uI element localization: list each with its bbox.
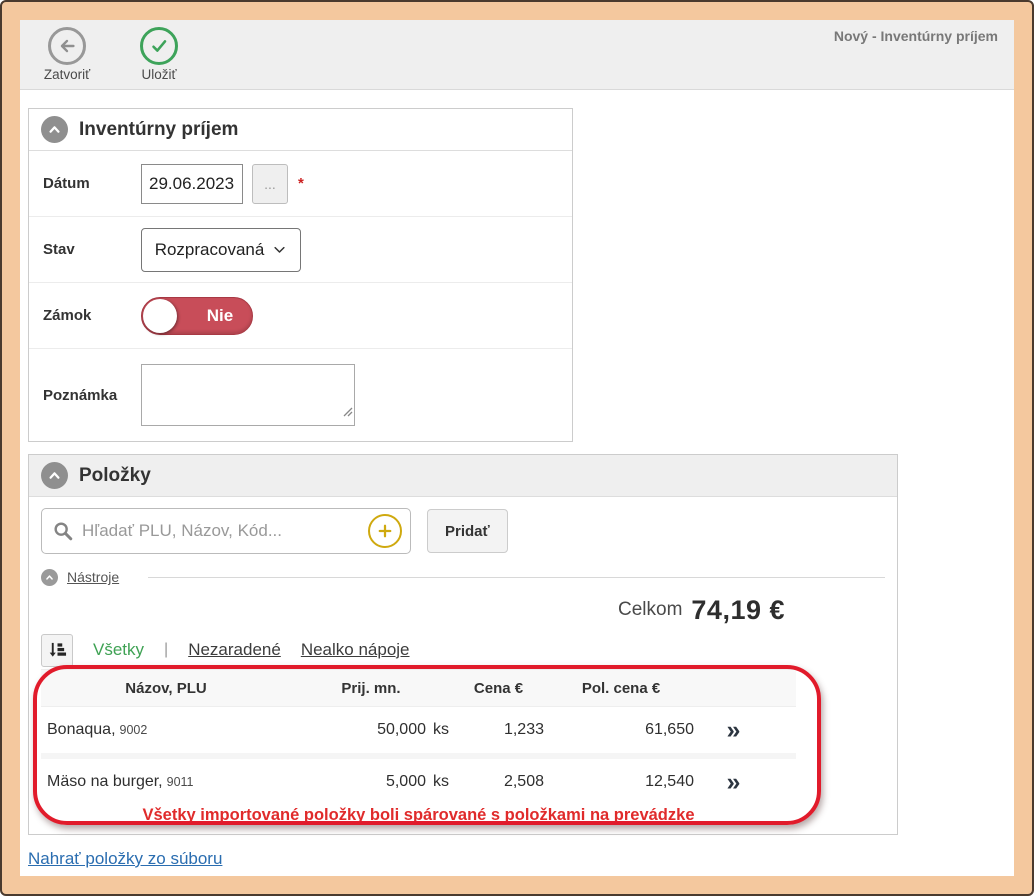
- items-table: Názov, PLU Prij. mn. Cena € Pol. cena € …: [41, 669, 796, 834]
- collapse-items-panel-icon[interactable]: [41, 462, 68, 489]
- item-line-total: 61,650: [546, 721, 696, 739]
- item-unit: ks: [433, 721, 449, 738]
- table-row[interactable]: Bonaqua, 9002 50,000 ks 1,233 61,650 »: [41, 707, 796, 753]
- date-label: Dátum: [43, 175, 141, 192]
- lock-toggle[interactable]: Nie: [141, 297, 253, 335]
- collapse-form-panel-icon[interactable]: [41, 116, 68, 143]
- chevron-down-icon: [272, 242, 287, 257]
- item-action-cell: »: [696, 718, 771, 743]
- window-title: Nový - Inventúrny príjem: [834, 28, 998, 44]
- item-name: Bonaqua,: [47, 721, 116, 738]
- add-button[interactable]: Pridať: [427, 509, 508, 553]
- search-box: [41, 508, 411, 554]
- note-textarea[interactable]: [141, 364, 355, 426]
- lock-row: Zámok Nie: [29, 283, 572, 349]
- table-row[interactable]: Mäso na burger, 9011 5,000 ks 2,508 12,540…: [41, 759, 796, 805]
- status-label: Stav: [43, 241, 141, 258]
- item-qty: 50,000: [377, 721, 426, 738]
- lock-toggle-value: Nie: [188, 306, 252, 326]
- add-item-plus-icon[interactable]: [368, 514, 402, 548]
- filter-soft-drinks[interactable]: Nealko nápoje: [301, 640, 410, 660]
- close-button[interactable]: Zatvoriť: [34, 27, 100, 82]
- items-panel-title: Položky: [79, 465, 151, 487]
- date-row: Dátum ... *: [29, 151, 572, 217]
- save-button[interactable]: Uložiť: [126, 27, 192, 82]
- upload-items-link[interactable]: Nahrať položky zo súboru: [28, 849, 222, 868]
- filter-all[interactable]: Všetky: [93, 640, 144, 660]
- note-field-wrapper: [141, 364, 355, 426]
- item-name: Mäso na burger,: [47, 773, 163, 790]
- tools-divider: [148, 577, 885, 578]
- search-row: Pridať: [29, 497, 897, 565]
- note-row: Poznámka: [29, 349, 572, 441]
- header-name-plu: Názov, PLU: [41, 680, 291, 697]
- items-panel: Položky Pridať: [28, 454, 898, 835]
- date-picker-button[interactable]: ...: [252, 164, 288, 204]
- sort-icon[interactable]: [41, 634, 73, 667]
- item-line-total: 12,540: [546, 773, 696, 791]
- filter-separator: |: [164, 641, 168, 659]
- search-input[interactable]: [82, 521, 360, 541]
- app-window: Zatvoriť Uložiť Nový - Inventúrny príjem…: [20, 20, 1014, 876]
- item-name-cell: Bonaqua, 9002: [41, 721, 291, 739]
- header-price: Cena €: [451, 680, 546, 697]
- check-icon: [140, 27, 178, 65]
- items-panel-header: Položky: [29, 455, 897, 497]
- date-input[interactable]: [141, 164, 243, 204]
- table-header-row: Názov, PLU Prij. mn. Cena € Pol. cena €: [41, 669, 796, 707]
- lock-label: Zámok: [43, 307, 141, 324]
- toggle-knob-icon: [143, 299, 177, 333]
- total-label: Celkom: [618, 599, 682, 621]
- save-button-label: Uložiť: [141, 67, 176, 82]
- item-plu: 9011: [167, 775, 194, 789]
- collapse-tools-icon[interactable]: [41, 569, 58, 586]
- item-name-cell: Mäso na burger, 9011: [41, 773, 291, 791]
- filter-row: Všetky | Nezaradené Nealko nápoje: [29, 631, 897, 669]
- back-arrow-icon: [48, 27, 86, 65]
- item-unit: ks: [433, 773, 449, 790]
- total-row: Celkom 74,19 €: [29, 589, 897, 631]
- item-qty-cell: 5,000 ks: [291, 773, 451, 791]
- header-line-price: Pol. cena €: [546, 680, 696, 697]
- header-received-qty: Prij. mn.: [291, 680, 451, 697]
- import-status-message: Všetky importované položky boli spárovan…: [41, 805, 796, 834]
- footer-row: Nahrať položky zo súboru: [28, 849, 1006, 869]
- item-plu: 9002: [120, 723, 148, 737]
- open-item-icon[interactable]: »: [727, 770, 741, 795]
- item-action-cell: »: [696, 770, 771, 795]
- toolbar: Zatvoriť Uložiť Nový - Inventúrny príjem: [20, 20, 1014, 90]
- status-select-value: Rozpracovaná: [155, 240, 265, 260]
- status-row: Stav Rozpracovaná: [29, 217, 572, 283]
- form-panel-title: Inventúrny príjem: [79, 119, 238, 141]
- main-content: Inventúrny príjem Dátum ... * Stav Rozpr…: [20, 90, 1014, 869]
- total-value: 74,19 €: [691, 595, 785, 626]
- filter-unassigned[interactable]: Nezaradené: [188, 640, 281, 660]
- open-item-icon[interactable]: »: [727, 718, 741, 743]
- tools-row: Nástroje: [29, 565, 897, 589]
- item-price: 1,233: [451, 721, 546, 739]
- tools-link[interactable]: Nástroje: [67, 569, 119, 585]
- close-button-label: Zatvoriť: [44, 67, 90, 82]
- status-select[interactable]: Rozpracovaná: [141, 228, 301, 272]
- required-marker: *: [298, 175, 304, 192]
- form-panel-header: Inventúrny príjem: [29, 109, 572, 151]
- item-price: 2,508: [451, 773, 546, 791]
- item-qty-cell: 50,000 ks: [291, 721, 451, 739]
- form-panel: Inventúrny príjem Dátum ... * Stav Rozpr…: [28, 108, 573, 442]
- window-frame: Zatvoriť Uložiť Nový - Inventúrny príjem…: [0, 0, 1034, 896]
- note-label: Poznámka: [43, 387, 141, 404]
- search-icon: [52, 520, 74, 542]
- item-qty: 5,000: [386, 773, 426, 790]
